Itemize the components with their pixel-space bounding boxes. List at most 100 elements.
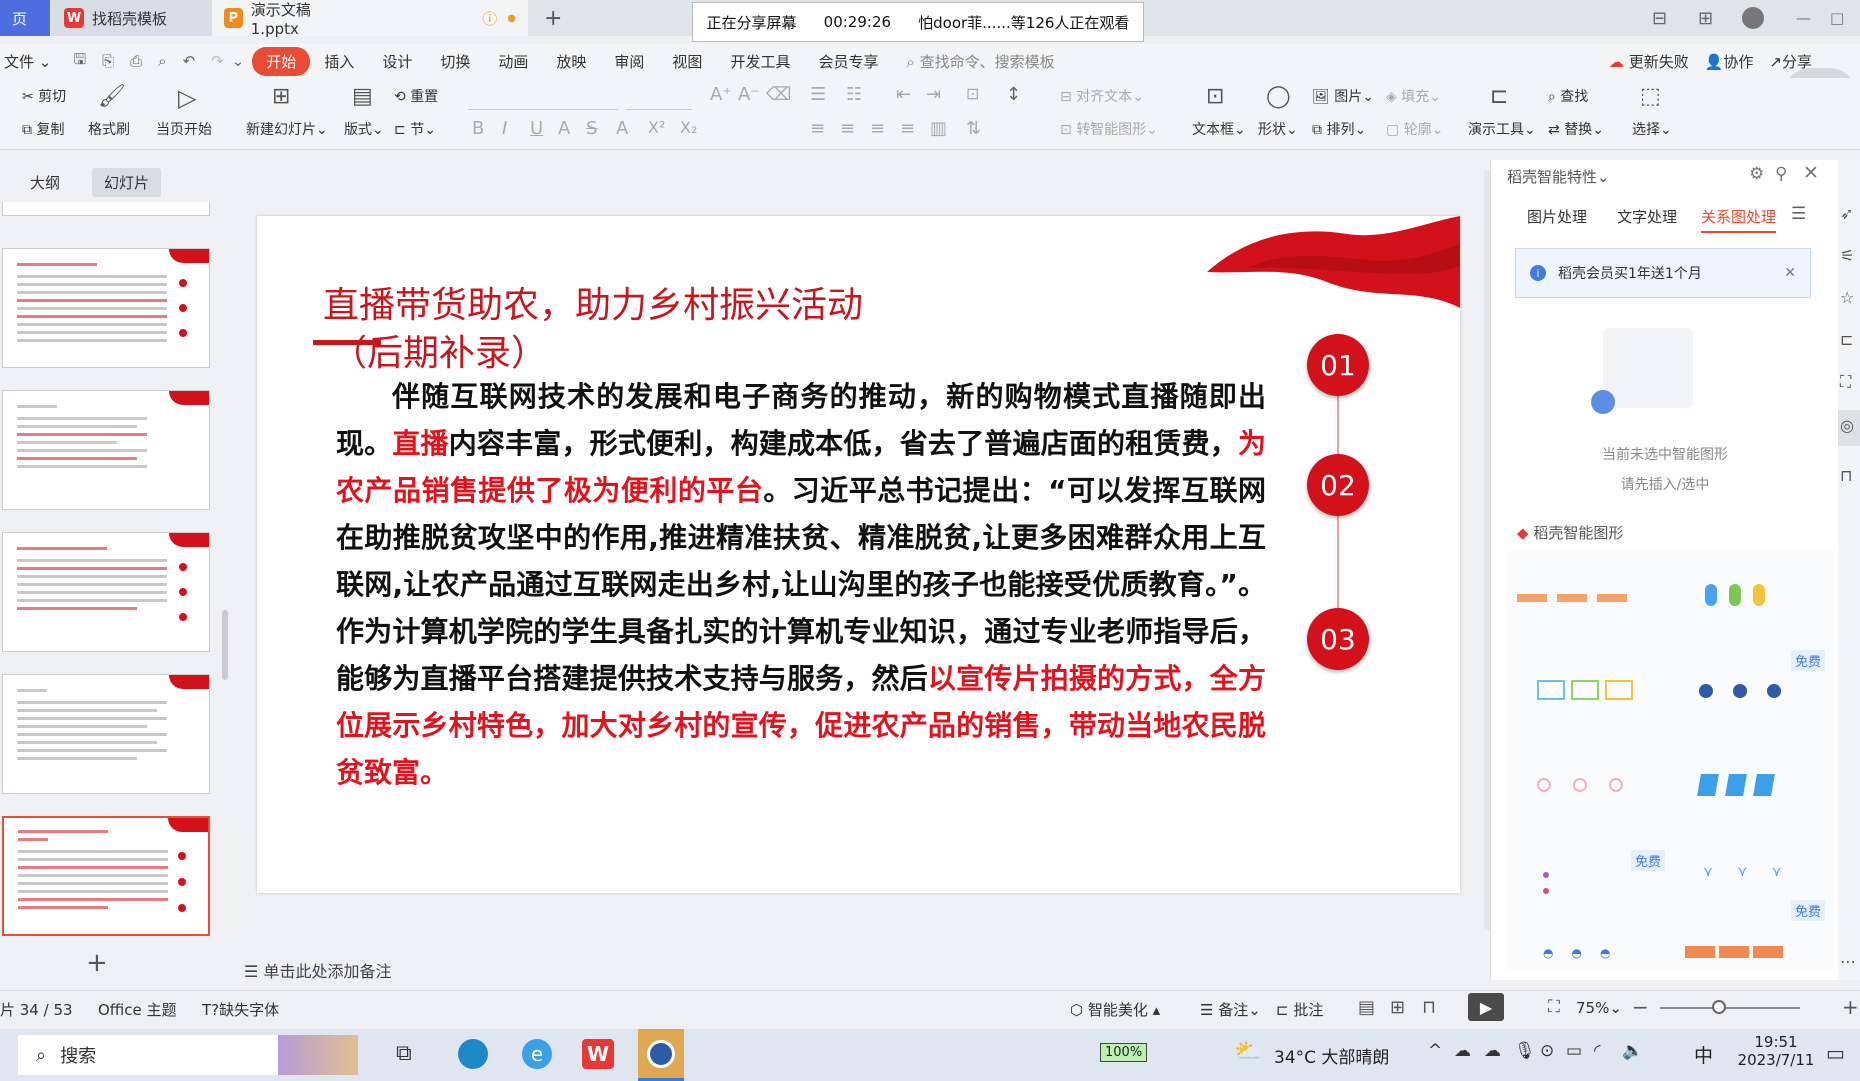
menu-view[interactable]: 视图	[658, 51, 716, 72]
slide-title[interactable]: 直播带货助农，助力乡村振兴活动 （后期补录）	[323, 282, 863, 378]
font-name-select[interactable]	[468, 88, 618, 110]
smart-graphic-item[interactable]	[1677, 570, 1827, 630]
zoom-level[interactable]: 75%⌄	[1576, 999, 1622, 1017]
edge-icon[interactable]	[458, 1039, 488, 1069]
justify-icon[interactable]: ≡	[900, 118, 915, 139]
grid-icon[interactable]: ⊞	[1686, 0, 1725, 36]
tab-relation-processing[interactable]: 关系图处理	[1701, 206, 1777, 233]
normal-view-icon[interactable]: ▤	[1358, 997, 1375, 1018]
numbered-list-icon[interactable]: ☷	[846, 84, 862, 105]
subscript-icon[interactable]: X₂	[680, 118, 697, 137]
battery-indicator[interactable]: 100%	[1100, 1043, 1148, 1062]
align-center-icon[interactable]: ≡	[840, 118, 855, 139]
weather-text[interactable]: 34°C 大部晴朗	[1274, 1043, 1389, 1068]
font-color-icon[interactable]: A	[616, 118, 628, 139]
slide-thumbnail[interactable]	[2, 674, 210, 794]
smart-graphic-item[interactable]	[1517, 650, 1667, 730]
tab-slides[interactable]: 幻灯片	[92, 168, 162, 197]
textbox-button[interactable]: 文本框⌄	[1192, 119, 1246, 139]
select-button[interactable]: 选择⌄	[1632, 119, 1672, 139]
zoom-out-icon[interactable]: −	[1632, 995, 1649, 1019]
picture-button[interactable]: 🖼 图片⌄	[1312, 86, 1374, 106]
more-icon[interactable]: ⋯	[1840, 952, 1856, 971]
undo-icon[interactable]: ↶	[175, 52, 204, 70]
tray-volume-icon[interactable]: 🔈	[1622, 1041, 1643, 1061]
outline-button[interactable]: ▢ 轮廓⌄	[1386, 119, 1443, 139]
smart-graphic-item[interactable]	[1677, 750, 1827, 830]
warning-icon[interactable]: ⓘ	[482, 8, 497, 29]
copy-button[interactable]: ⧉ 复制	[22, 119, 64, 139]
zoom-slider-handle[interactable]	[1712, 1000, 1726, 1014]
convert-smart-button[interactable]: ⊡ 转智能图形⌄	[1060, 119, 1158, 139]
align-text-button[interactable]: ⊟ 对齐文本⌄	[1060, 86, 1144, 106]
tray-mic-icon[interactable]: 🎙	[1514, 1041, 1536, 1061]
menu-animation[interactable]: 动画	[484, 51, 542, 72]
menu-member[interactable]: 会员专享	[804, 51, 892, 72]
play-slideshow-button[interactable]: ▶	[1468, 993, 1504, 1021]
cut-button[interactable]: ✂ 剪切	[22, 86, 66, 106]
font-grow-icon[interactable]: A⁺	[710, 84, 732, 105]
tab-document[interactable]: P 演示文稿1.pptx ⓘ ●	[212, 0, 528, 38]
export-icon[interactable]: ⎘	[94, 52, 122, 70]
indent-icon[interactable]: ⇤	[896, 84, 911, 105]
star-icon[interactable]: ☆	[1840, 288, 1854, 307]
slide-body-text[interactable]: 伴随互联网技术的发展和电子商务的推动，新的购物模式直播随即出现。直播内容丰富，形…	[336, 373, 1266, 796]
menu-icon[interactable]: ☰	[1791, 204, 1806, 224]
image-icon[interactable]: ⛶	[1840, 372, 1851, 392]
text-direction-icon[interactable]: ⊡	[966, 84, 979, 103]
eraser-icon[interactable]: ⌫	[766, 84, 791, 105]
ie-icon[interactable]: e	[522, 1039, 552, 1069]
update-status[interactable]: ☁ 更新失败	[1601, 51, 1697, 72]
smart-graphic-item[interactable]: 免费	[1677, 650, 1827, 730]
wps-icon[interactable]: W	[582, 1039, 614, 1069]
underline-icon[interactable]: U	[530, 118, 543, 139]
replace-button[interactable]: ⇄ 替换⌄	[1548, 119, 1604, 139]
reading-view-icon[interactable]: ⊓	[1422, 997, 1436, 1018]
fill-button[interactable]: ◈ 填充⌄	[1386, 86, 1441, 106]
zoom-slider[interactable]	[1660, 1007, 1800, 1009]
menu-slideshow[interactable]: 放映	[542, 51, 600, 72]
section-button[interactable]: ⊏ 节⌄	[394, 119, 436, 139]
menu-home[interactable]: 开始	[252, 46, 311, 76]
distribute-icon[interactable]: ▥	[930, 118, 947, 139]
sliders-icon[interactable]: ⚟	[1840, 246, 1854, 265]
slide-thumbnail[interactable]	[2, 390, 210, 510]
tray-camera-icon[interactable]: ⊙	[1540, 1041, 1554, 1061]
quick-access-chevron-icon[interactable]: ⌄	[232, 52, 253, 70]
italic-icon[interactable]: I	[502, 118, 507, 139]
notes-toggle[interactable]: ☰ 备注⌄	[1200, 999, 1261, 1020]
tray-network-icon[interactable]: ☁	[1454, 1041, 1471, 1061]
close-icon[interactable]: ✕	[1803, 162, 1819, 184]
reset-button[interactable]: ⟲ 重置	[394, 86, 438, 106]
tab-text-processing[interactable]: 文字处理	[1617, 206, 1677, 227]
menu-transition[interactable]: 切换	[426, 51, 484, 72]
sorter-view-icon[interactable]: ⊞	[1390, 997, 1405, 1018]
from-current-button[interactable]: 当页开始	[156, 119, 212, 139]
menu-review[interactable]: 审阅	[600, 51, 658, 72]
slide-thumbnail-partial[interactable]	[2, 202, 210, 216]
layout-icon[interactable]: ⊟	[1640, 0, 1679, 36]
tab-home[interactable]: 页	[0, 0, 50, 36]
strikethrough-icon[interactable]: S	[586, 118, 597, 139]
layout-button[interactable]: 版式⌄	[344, 119, 384, 139]
taskbar-search[interactable]: ⌕ 搜索	[18, 1035, 358, 1075]
bullet-list-icon[interactable]: ☰	[810, 84, 826, 105]
slide-thumbnail[interactable]	[2, 248, 210, 368]
menu-insert[interactable]: 插入	[310, 51, 368, 72]
bold-icon[interactable]: B	[472, 118, 484, 139]
superscript-icon[interactable]: X²	[648, 118, 665, 137]
book-icon[interactable]: ⊓	[1840, 466, 1852, 485]
notification-icon[interactable]: ▭	[1826, 1041, 1845, 1065]
present-icon[interactable]: ⊏	[1840, 330, 1853, 349]
promo-banner[interactable]: i 稻壳会员买1年送1个月 ✕	[1515, 248, 1811, 298]
slide-canvas[interactable]: 直播带货助农，助力乡村振兴活动 （后期补录） 伴随互联网技术的发展和电子商务的推…	[257, 216, 1460, 893]
add-slide-button[interactable]: +	[86, 948, 108, 978]
format-brush-button[interactable]: 格式刷	[88, 119, 130, 139]
ime-indicator[interactable]: 中	[1694, 1041, 1713, 1068]
print-icon[interactable]: ⎙	[122, 52, 150, 70]
panel-title[interactable]: 稻壳智能特性⌄	[1507, 166, 1610, 187]
avatar[interactable]	[1730, 0, 1776, 36]
missing-font-button[interactable]: T?缺失字体	[202, 999, 279, 1020]
save-icon[interactable]: 🖫	[65, 49, 94, 74]
promo-close-icon[interactable]: ✕	[1784, 265, 1796, 281]
